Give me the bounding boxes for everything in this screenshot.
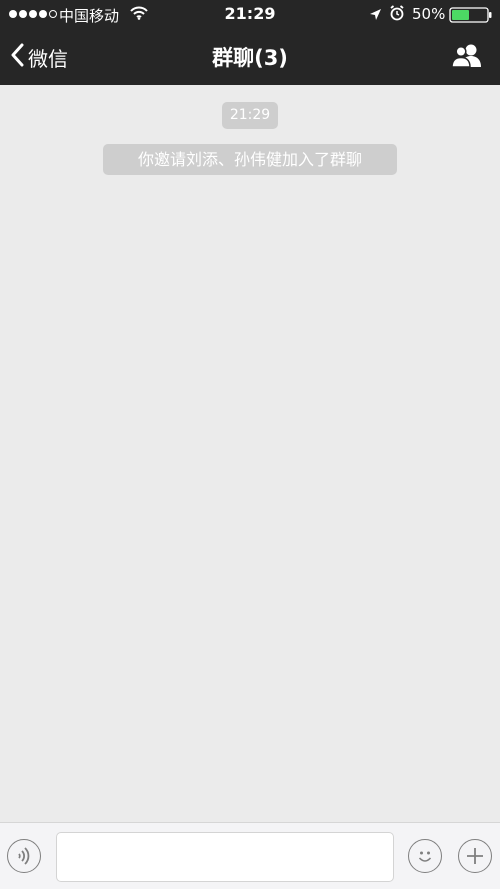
location-icon xyxy=(369,7,382,25)
chat-input-bar xyxy=(0,822,500,889)
voice-button[interactable] xyxy=(7,839,41,873)
alarm-icon xyxy=(389,5,405,25)
group-members-icon xyxy=(450,44,484,74)
battery-percent: 50% xyxy=(412,5,446,23)
emoji-button[interactable] xyxy=(408,839,442,873)
status-bar: 中国移动 21:29 50% xyxy=(0,0,500,28)
wechat-group-chat-screen: 中国移动 21:29 50% 微信 群聊(3) 21:29 你邀请刘添、孙伟健加… xyxy=(0,0,500,889)
system-notice: 你邀请刘添、孙伟健加入了群聊 xyxy=(103,144,397,175)
more-functions-button[interactable] xyxy=(458,839,492,873)
message-timestamp: 21:29 xyxy=(222,102,278,129)
navigation-bar: 微信 群聊(3) xyxy=(0,28,500,85)
battery-icon xyxy=(449,7,493,27)
message-input[interactable] xyxy=(56,832,394,882)
battery-fill xyxy=(452,10,469,20)
page-title: 群聊(3) xyxy=(212,46,288,70)
chat-message-area[interactable]: 21:29 你邀请刘添、孙伟健加入了群聊 xyxy=(0,85,500,822)
group-members-button[interactable] xyxy=(450,42,486,72)
